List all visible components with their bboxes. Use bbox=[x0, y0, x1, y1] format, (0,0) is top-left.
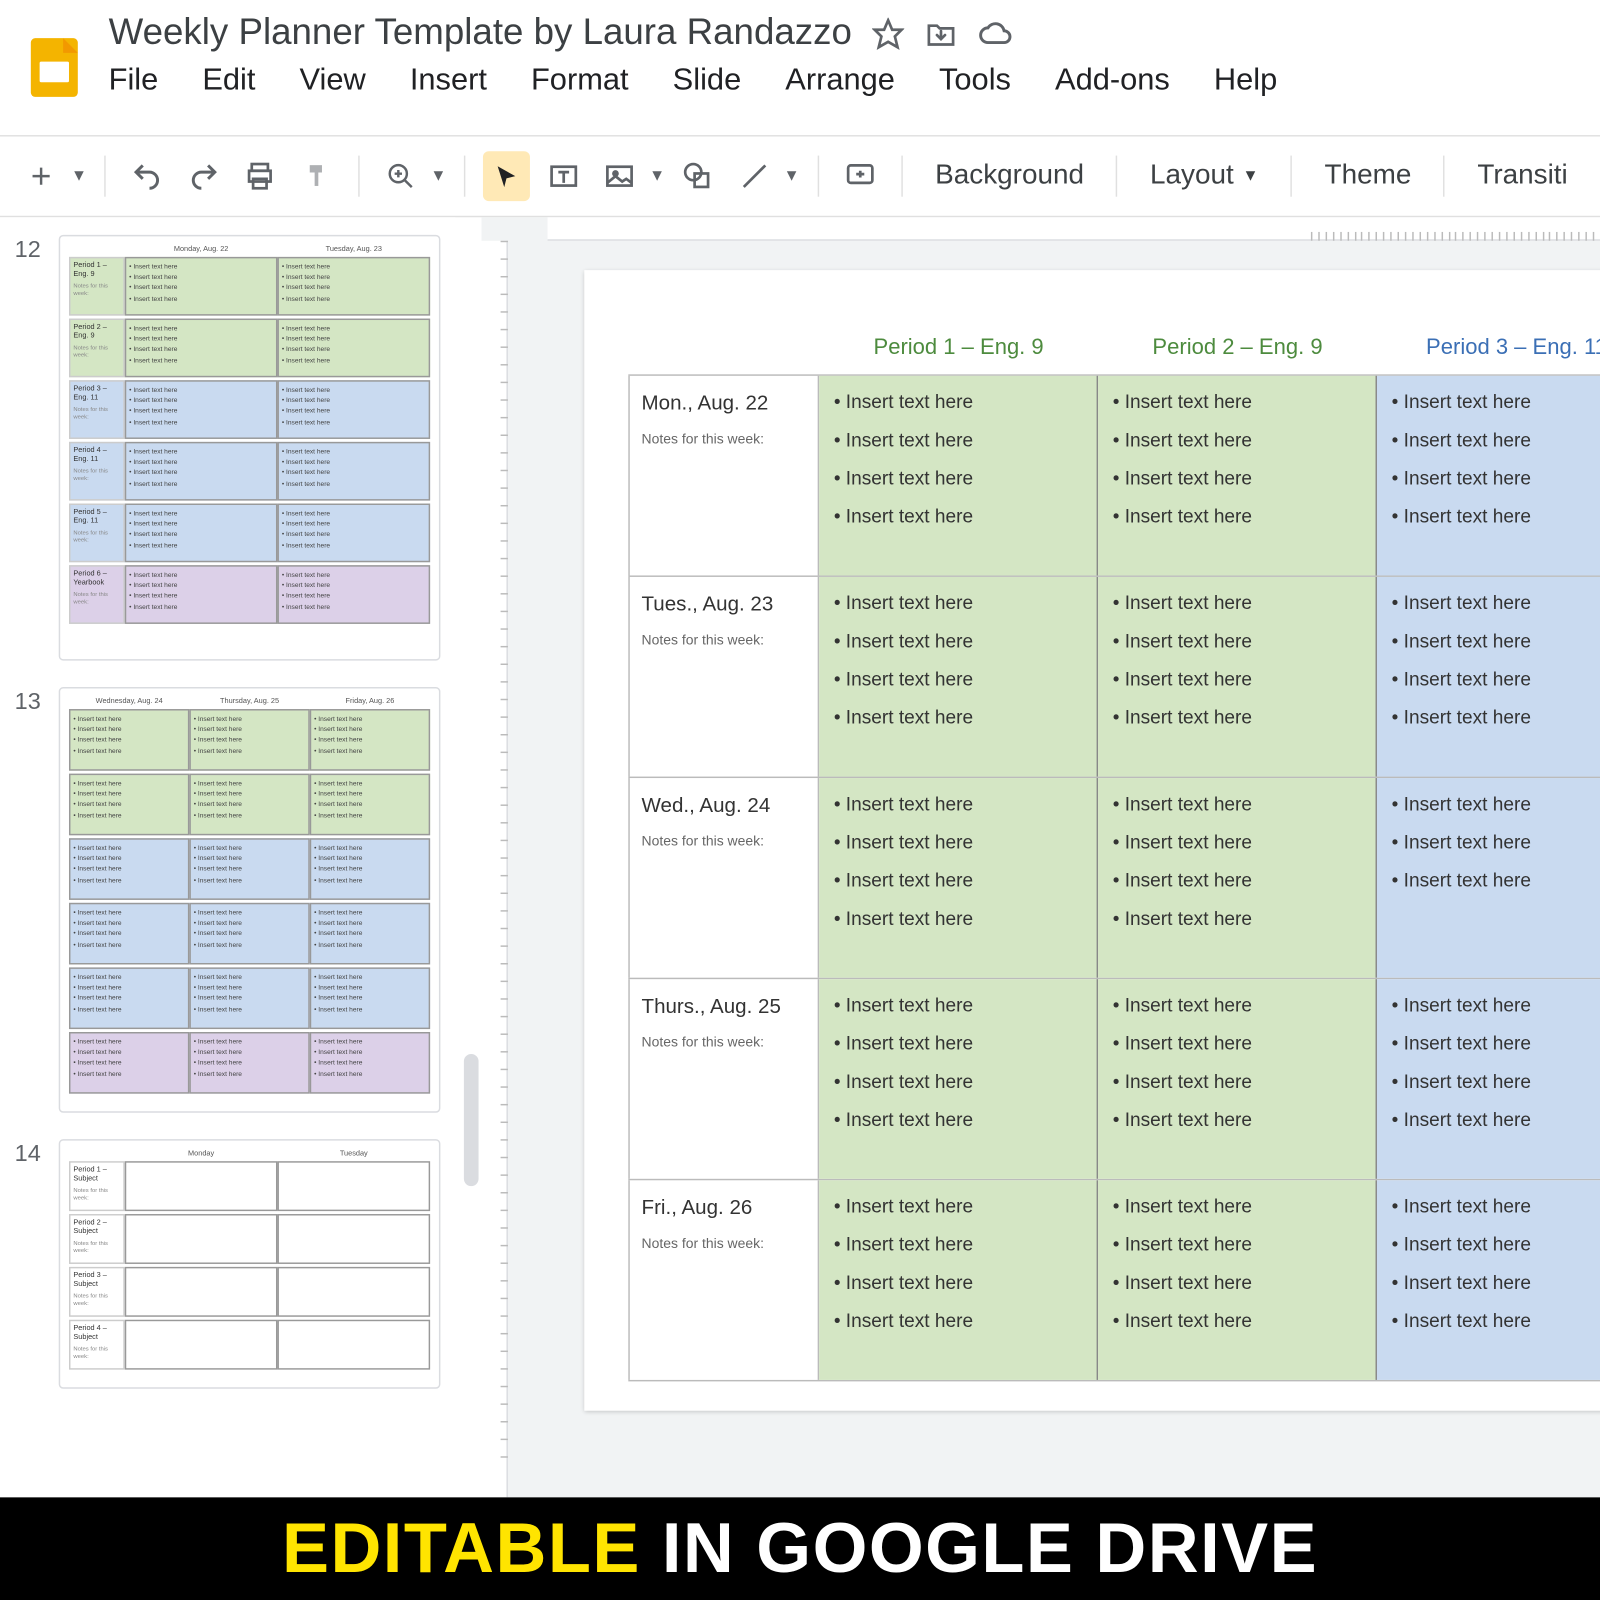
image-tool[interactable] bbox=[596, 151, 644, 201]
line-tool[interactable] bbox=[730, 151, 778, 201]
planner-cell[interactable]: • Insert text here• Insert text here• In… bbox=[819, 778, 1098, 978]
theme-button[interactable]: Theme bbox=[1310, 160, 1426, 192]
toolbar: ▼ ▼ ▼ ▼ Background Layout▼ Theme Transit… bbox=[0, 135, 1600, 217]
period-header-2: Period 2 – Eng. 9 bbox=[1098, 335, 1377, 372]
select-tool[interactable] bbox=[483, 151, 531, 201]
planner-cell[interactable]: • Insert text here• Insert text here• In… bbox=[819, 979, 1098, 1179]
app-header: Weekly Planner Template by Laura Randazz… bbox=[0, 0, 1600, 135]
day-label: Wed., Aug. 24Notes for this week: bbox=[628, 778, 819, 978]
day-label: Mon., Aug. 22Notes for this week: bbox=[628, 376, 819, 576]
menu-format[interactable]: Format bbox=[531, 63, 629, 98]
print-button[interactable] bbox=[236, 151, 284, 201]
planner-cell[interactable]: • Insert text here• Insert text here• In… bbox=[819, 1180, 1098, 1380]
menu-insert[interactable]: Insert bbox=[410, 63, 487, 98]
shape-tool[interactable] bbox=[674, 151, 722, 201]
planner-cell[interactable]: • Insert text here• Insert text here• In… bbox=[1377, 577, 1600, 777]
menu-bar: File Edit View Insert Format Slide Arran… bbox=[109, 63, 1583, 98]
period-header-3: Period 3 – Eng. 11 bbox=[1377, 335, 1600, 372]
zoom-button[interactable] bbox=[377, 151, 425, 201]
planner-cell[interactable]: • Insert text here• Insert text here• In… bbox=[1377, 1180, 1600, 1380]
planner-cell[interactable]: • Insert text here• Insert text here• In… bbox=[1377, 979, 1600, 1179]
menu-file[interactable]: File bbox=[109, 63, 159, 98]
planner-cell[interactable]: • Insert text here• Insert text here• In… bbox=[1098, 778, 1377, 978]
ruler-horizontal: document.write(Array.from({length:40}).m… bbox=[548, 217, 1600, 240]
star-icon[interactable] bbox=[872, 17, 904, 49]
main-area: 12 Monday, Aug. 22Tuesday, Aug. 23 Perio… bbox=[0, 217, 1600, 1497]
menu-slide[interactable]: Slide bbox=[673, 63, 742, 98]
doc-title[interactable]: Weekly Planner Template by Laura Randazz… bbox=[109, 12, 852, 55]
planner-cell[interactable]: • Insert text here• Insert text here• In… bbox=[1098, 1180, 1377, 1380]
menu-addons[interactable]: Add-ons bbox=[1055, 63, 1170, 98]
line-dropdown[interactable]: ▼ bbox=[784, 167, 800, 185]
planner-row: Thurs., Aug. 25Notes for this week:• Ins… bbox=[628, 978, 1600, 1179]
day-label: Tues., Aug. 23Notes for this week: bbox=[628, 577, 819, 777]
planner-cell[interactable]: • Insert text here• Insert text here• In… bbox=[819, 376, 1098, 576]
planner-cell[interactable]: • Insert text here• Insert text here• In… bbox=[1377, 376, 1600, 576]
paint-format-button[interactable] bbox=[293, 151, 341, 201]
planner-cell[interactable]: • Insert text here• Insert text here• In… bbox=[1098, 979, 1377, 1179]
ruler-vertical: document.write(Array.from({length:70}).m… bbox=[482, 241, 508, 1498]
zoom-dropdown[interactable]: ▼ bbox=[430, 167, 446, 185]
planner-row: Wed., Aug. 24Notes for this week:• Inser… bbox=[628, 777, 1600, 978]
planner-cell[interactable]: • Insert text here• Insert text here• In… bbox=[1098, 376, 1377, 576]
slide-canvas[interactable]: document.write(Array.from({length:40}).m… bbox=[482, 217, 1600, 1497]
new-slide-button[interactable] bbox=[18, 151, 66, 201]
menu-tools[interactable]: Tools bbox=[939, 63, 1011, 98]
thumbnail-14[interactable]: 14 MondayTuesday Period 1 – SubjectNotes… bbox=[0, 1139, 455, 1389]
redo-button[interactable] bbox=[180, 151, 228, 201]
period-header-1: Period 1 – Eng. 9 bbox=[819, 335, 1098, 372]
menu-edit[interactable]: Edit bbox=[202, 63, 255, 98]
planner-row: Mon., Aug. 22Notes for this week:• Inser… bbox=[628, 374, 1600, 575]
planner-row: Tues., Aug. 23Notes for this week:• Inse… bbox=[628, 575, 1600, 776]
day-label: Fri., Aug. 26Notes for this week: bbox=[628, 1180, 819, 1380]
transition-button[interactable]: Transiti bbox=[1463, 160, 1583, 192]
promo-banner: EDITABLE IN GOOGLE DRIVE bbox=[0, 1497, 1600, 1600]
thumbnail-number: 12 bbox=[15, 235, 59, 264]
image-dropdown[interactable]: ▼ bbox=[649, 167, 665, 185]
day-label: Thurs., Aug. 25Notes for this week: bbox=[628, 979, 819, 1179]
new-slide-dropdown[interactable]: ▼ bbox=[71, 167, 87, 185]
menu-arrange[interactable]: Arrange bbox=[785, 63, 895, 98]
thumbnail-scrollbar[interactable] bbox=[455, 217, 481, 1497]
thumbnail-panel: 12 Monday, Aug. 22Tuesday, Aug. 23 Perio… bbox=[0, 217, 455, 1497]
undo-button[interactable] bbox=[124, 151, 172, 201]
thumbnail-13[interactable]: 13 Wednesday, Aug. 24Thursday, Aug. 25Fr… bbox=[0, 687, 455, 1113]
thumbnail-number: 13 bbox=[15, 687, 59, 716]
planner-cell[interactable]: • Insert text here• Insert text here• In… bbox=[819, 577, 1098, 777]
menu-view[interactable]: View bbox=[300, 63, 366, 98]
background-button[interactable]: Background bbox=[920, 160, 1098, 192]
planner-row: Fri., Aug. 26Notes for this week:• Inser… bbox=[628, 1179, 1600, 1382]
cloud-saved-icon[interactable] bbox=[978, 15, 1013, 50]
move-to-folder-icon[interactable] bbox=[925, 17, 957, 49]
menu-help[interactable]: Help bbox=[1214, 63, 1277, 98]
comment-button[interactable] bbox=[836, 151, 884, 201]
textbox-tool[interactable] bbox=[539, 151, 587, 201]
thumbnail-number: 14 bbox=[15, 1139, 59, 1168]
planner-cell[interactable]: • Insert text here• Insert text here• In… bbox=[1098, 577, 1377, 777]
slide-page[interactable]: Period 1 – Eng. 9 Period 2 – Eng. 9 Peri… bbox=[584, 270, 1600, 1411]
planner-cell[interactable]: • Insert text here• Insert text here• In… bbox=[1377, 778, 1600, 978]
layout-button[interactable]: Layout▼ bbox=[1135, 160, 1273, 192]
thumbnail-12[interactable]: 12 Monday, Aug. 22Tuesday, Aug. 23 Perio… bbox=[0, 235, 455, 661]
slides-logo bbox=[18, 12, 91, 115]
